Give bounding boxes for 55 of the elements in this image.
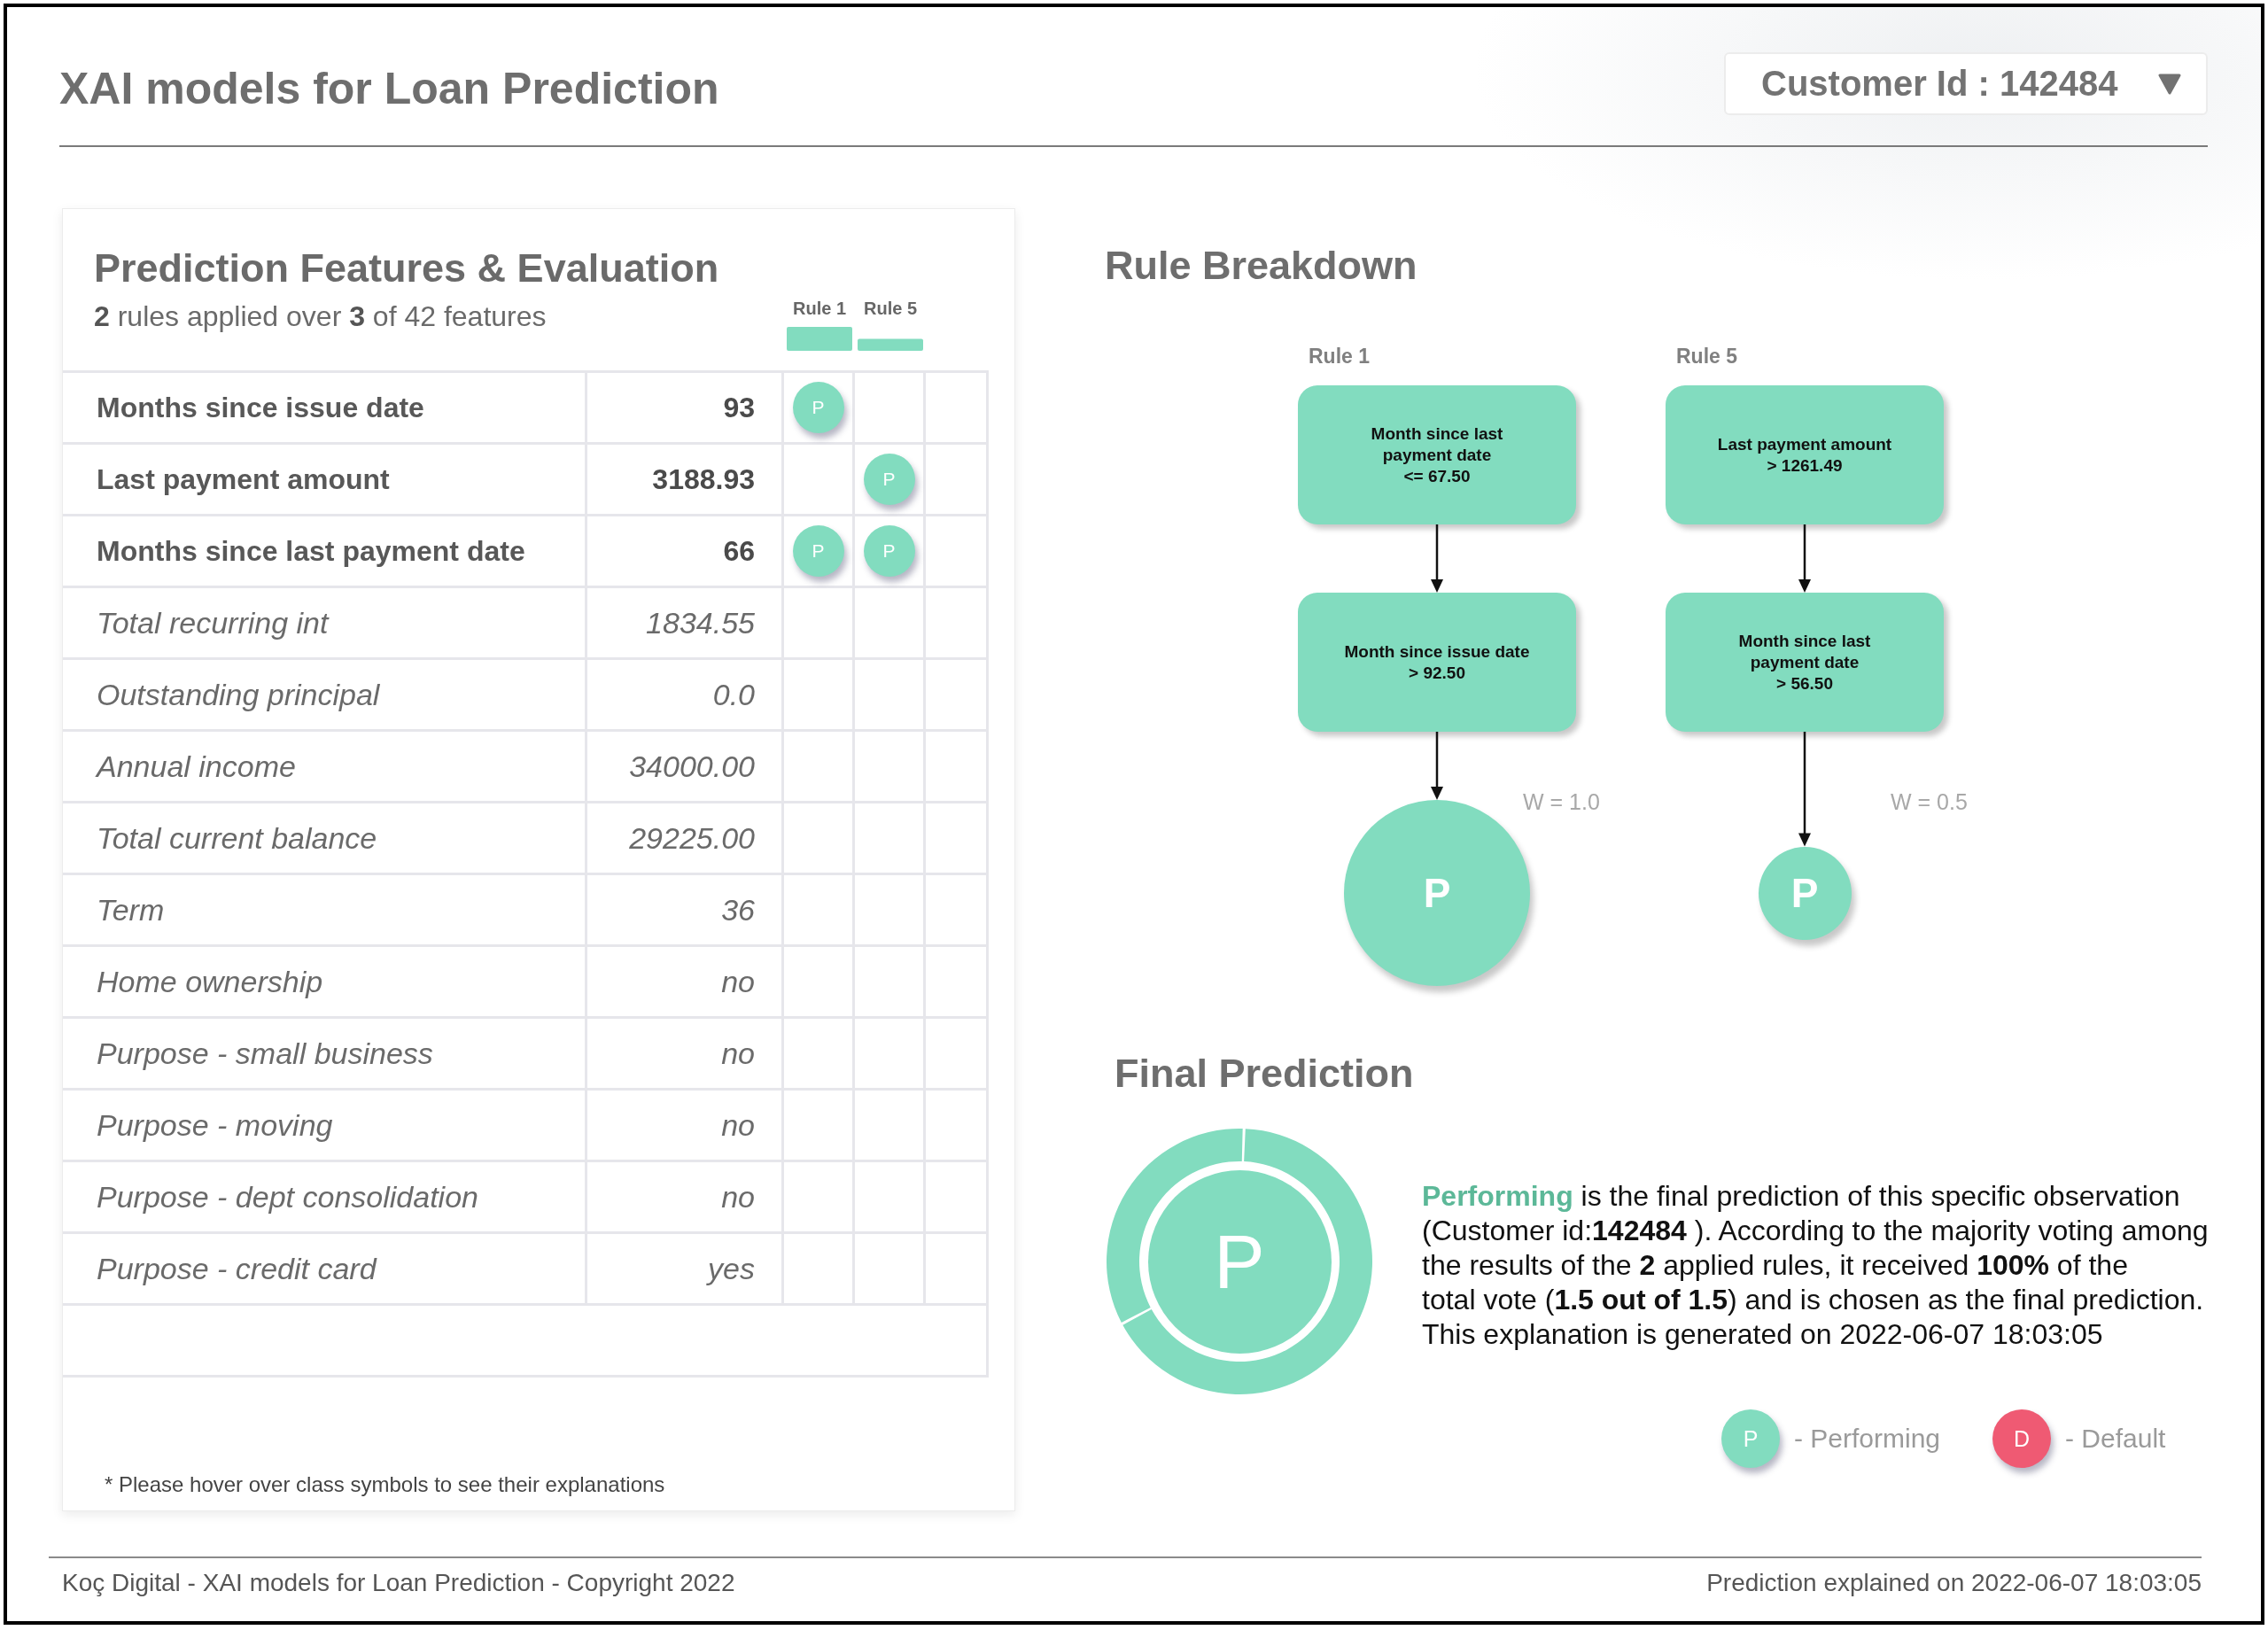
value-cell: no	[587, 1019, 784, 1088]
class-badge[interactable]: P	[863, 454, 915, 505]
feature-cell: Term	[63, 875, 587, 944]
condition-node: Month since last payment date <= 67.50	[1298, 385, 1576, 524]
feature-cell: Purpose - moving	[63, 1091, 587, 1160]
condition-node: Month since issue date > 92.50	[1298, 593, 1576, 732]
legend-badge: D	[1992, 1409, 2052, 1468]
chart-category-label: Rule 1	[792, 298, 847, 320]
value-cell: 1834.55	[587, 588, 784, 657]
panel-subtitle: 2 rules applied over 3 of 42 features	[94, 299, 548, 334]
condition-node: Month since last payment date > 56.50	[1666, 593, 1944, 732]
feature-cell: Total recurring int	[63, 588, 587, 657]
value-cell: 93	[587, 373, 784, 442]
value-cell: no	[587, 947, 784, 1016]
legend-badge: P	[1721, 1409, 1780, 1468]
value-cell: 0.0	[587, 660, 784, 729]
class-badge[interactable]: P	[863, 525, 915, 577]
footer-text: Koç Digital - XAI models for Loan Prediction - Copyright 2022	[62, 1568, 735, 1598]
class-badge[interactable]: P	[792, 382, 844, 433]
value-cell: 66	[587, 516, 784, 586]
prediction-node: P	[1758, 846, 1852, 940]
page-title: XAI models for Loan Prediction	[59, 63, 719, 115]
customer-dropdown[interactable]: Customer Id : 142484	[1724, 52, 2208, 115]
value-cell: yes	[587, 1234, 784, 1303]
feature-cell: Purpose - dept consolidation	[63, 1162, 587, 1231]
section-title: Final Prediction	[1114, 1050, 1415, 1098]
feature-cell: Home ownership	[63, 947, 587, 1016]
chart-category-label: Rule 5	[863, 298, 918, 320]
condition-node: Last payment amount > 1261.49	[1666, 385, 1944, 524]
value-cell: 3188.93	[587, 445, 784, 514]
footer-text: Prediction explained on 2022-06-07 18:03:05	[1706, 1568, 2202, 1598]
value-cell: 34000.00	[587, 732, 784, 801]
feature-cell: Months since last payment date	[63, 516, 587, 586]
legend-label: - Default	[2065, 1424, 2166, 1454]
rule-label: Rule 1	[1309, 344, 1371, 369]
rule-label: Rule 5	[1676, 344, 1738, 369]
section-title: Rule Breakdown	[1105, 242, 1418, 290]
value-cell: no	[587, 1091, 784, 1160]
feature-cell: Outstanding principal	[63, 660, 587, 729]
value-cell: 36	[587, 875, 784, 944]
feature-cell: Annual income	[63, 732, 587, 801]
feature-cell: Last payment amount	[63, 445, 587, 514]
explanation-text: Performing is the final prediction of this specific observation (Customer id:142484 ). According to the majority voting among the results of the 2 applied rules, it received 100% of the total vote (1.5 out of 1.5) and is chosen as the final prediction. This explanation is generated on 2022-06-07 18:03:05	[1422, 1178, 2209, 1352]
legend-label: - Performing	[1794, 1424, 1941, 1454]
feature-cell: Total current balance	[63, 803, 587, 873]
value-cell: no	[587, 1162, 784, 1231]
footnote-text: * Please hover over class symbols to see their explanations	[104, 1471, 666, 1498]
caret-icon	[2158, 73, 2181, 95]
feature-cell: Purpose - credit card	[63, 1234, 587, 1303]
panel-title: Prediction Features & Evaluation	[94, 244, 720, 292]
feature-cell: Months since issue date	[63, 373, 587, 442]
value-cell: 29225.00	[587, 803, 784, 873]
feature-cell: Purpose - small business	[63, 1019, 587, 1088]
weight-label: W = 0.5	[1891, 788, 1968, 815]
class-badge[interactable]: P	[792, 525, 844, 577]
